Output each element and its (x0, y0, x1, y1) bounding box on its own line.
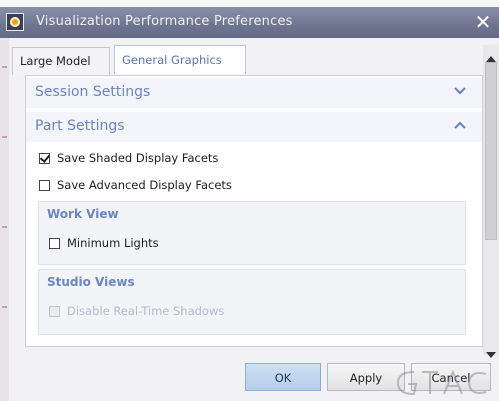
tab-content-panel: Session Settings Part Settings Save Shad… (25, 75, 483, 347)
tab-general-graphics[interactable]: General Graphics (114, 45, 246, 74)
save-advanced-display-facets-checkbox[interactable] (39, 180, 50, 191)
scroll-up-arrow-icon[interactable] (486, 48, 496, 62)
section-session-settings[interactable]: Session Settings (26, 78, 482, 108)
edge-mark (2, 226, 7, 228)
chevron-up-icon[interactable] (454, 120, 466, 130)
disable-real-time-shadows-checkbox (49, 306, 60, 317)
edge-mark (2, 306, 7, 308)
studio-views-title: Studio Views (47, 275, 135, 289)
save-shaded-display-facets-label: Save Shaded Display Facets (57, 151, 219, 165)
section-session-settings-label: Session Settings (35, 84, 151, 100)
edge-mark (2, 66, 7, 68)
section-part-settings-label: Part Settings (35, 118, 125, 134)
save-advanced-display-facets-label: Save Advanced Display Facets (57, 178, 232, 192)
vertical-scrollbar[interactable] (483, 45, 499, 358)
minimum-lights-label: Minimum Lights (67, 236, 159, 250)
tab-large-model[interactable]: Large Model (12, 47, 110, 75)
work-view-group: Work View Minimum Lights (38, 201, 466, 265)
save-shaded-display-facets-checkbox[interactable] (39, 153, 50, 164)
apply-button[interactable]: Apply (327, 363, 405, 391)
section-part-settings[interactable]: Part Settings (26, 112, 482, 142)
edge-mark (2, 136, 7, 138)
scrollbar-thumb[interactable] (485, 62, 497, 240)
close-icon: ✕ (474, 10, 492, 34)
background-window-edge (0, 38, 9, 401)
window-title: Visualization Performance Preferences (36, 14, 293, 29)
scroll-down-arrow-icon[interactable] (486, 344, 496, 358)
minimum-lights-checkbox[interactable] (49, 238, 60, 249)
close-button[interactable]: ✕ (472, 11, 494, 33)
cancel-button[interactable]: Cancel (411, 363, 491, 391)
studio-views-group: Studio Views Disable Real-Time Shadows (38, 269, 466, 335)
disable-real-time-shadows-label: Disable Real-Time Shadows (67, 304, 225, 318)
chevron-down-icon[interactable] (454, 86, 466, 96)
work-view-title: Work View (47, 207, 119, 221)
ok-button[interactable]: OK (245, 363, 321, 391)
title-bar[interactable]: Visualization Performance Preferences ✕ (0, 7, 499, 38)
top-strip (0, 0, 499, 7)
app-icon (6, 13, 24, 31)
